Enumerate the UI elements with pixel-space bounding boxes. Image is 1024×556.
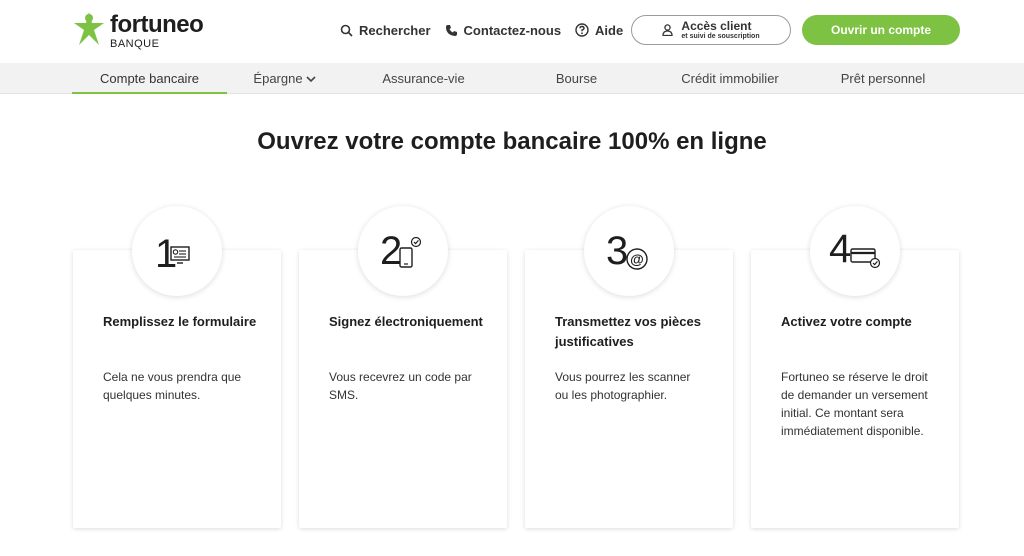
help-label: Aide [595, 22, 624, 38]
chevron-down-icon [306, 76, 316, 83]
step-badge-3: 3 @ [584, 206, 674, 296]
svg-text:@: @ [630, 251, 644, 267]
search-label: Rechercher [359, 22, 431, 38]
logo-name: fortuneo [110, 11, 204, 38]
step-number-2: 2 [380, 229, 402, 273]
step-badge-1: 1 [132, 206, 222, 296]
phone-icon [445, 24, 457, 36]
step-number-3: 3 [606, 229, 628, 273]
nav-compte-bancaire[interactable]: Compte bancaire [72, 63, 227, 94]
phone-signature-icon: 2 [380, 229, 422, 273]
user-icon [662, 24, 674, 36]
header: fortuneo BANQUE Rechercher Contactez-nou… [0, 0, 1024, 63]
at-sign-icon: 3 @ [606, 229, 648, 273]
help-link[interactable]: Aide [575, 23, 623, 38]
search-link[interactable]: Rechercher [340, 23, 431, 38]
computer-form-icon: 1 [155, 232, 190, 276]
fortuneo-logo[interactable]: fortuneo BANQUE [72, 10, 212, 52]
client-access-sublabel: et suivi de souscription [681, 32, 760, 40]
step-title: Signez électroniquement [329, 314, 483, 329]
client-access-label: Accès client [681, 18, 752, 33]
step-text: Vous pourrez les scanner ou les photogra… [555, 370, 691, 402]
help-icon [575, 23, 589, 37]
nav-pret-personnel[interactable]: Prêt personnel [825, 63, 941, 94]
nav-bourse[interactable]: Bourse [535, 63, 618, 94]
logo-star-icon [74, 12, 104, 45]
main-nav: Compte bancaire Épargne Assurance-vie Bo… [0, 63, 1024, 94]
open-account-button[interactable]: Ouvrir un compte [802, 15, 960, 45]
step-text: Vous recevrez un code par SMS. [329, 370, 472, 402]
step-badge-4: 4 [810, 206, 900, 296]
client-access-button[interactable]: Accès client et suivi de souscription [631, 15, 791, 45]
nav-epargne[interactable]: Épargne [232, 63, 337, 94]
step-title: Activez votre compte [781, 314, 912, 329]
nav-credit-immobilier[interactable]: Crédit immobilier [664, 63, 796, 94]
contact-link[interactable]: Contactez-nous [445, 22, 562, 38]
nav-epargne-label: Épargne [253, 71, 303, 86]
card-check-icon: 4 [829, 227, 881, 271]
top-links: Rechercher Contactez-nous Aide [340, 20, 637, 40]
step-text: Fortuneo se réserve le droit de demander… [781, 370, 928, 438]
step-title: Transmettez vos pièces justificatives [555, 314, 701, 349]
page-title: Ouvrez votre compte bancaire 100% en lig… [257, 128, 767, 155]
search-icon [340, 24, 353, 37]
step-text: Cela ne vous prendra que quelques minute… [103, 370, 242, 402]
step-badge-2: 2 [358, 206, 448, 296]
logo-sub: BANQUE [110, 38, 160, 50]
step-number-4: 4 [829, 227, 851, 271]
step-title: Remplissez le formulaire [103, 314, 257, 329]
contact-label: Contactez-nous [463, 22, 562, 38]
nav-assurance-vie[interactable]: Assurance-vie [362, 63, 485, 94]
